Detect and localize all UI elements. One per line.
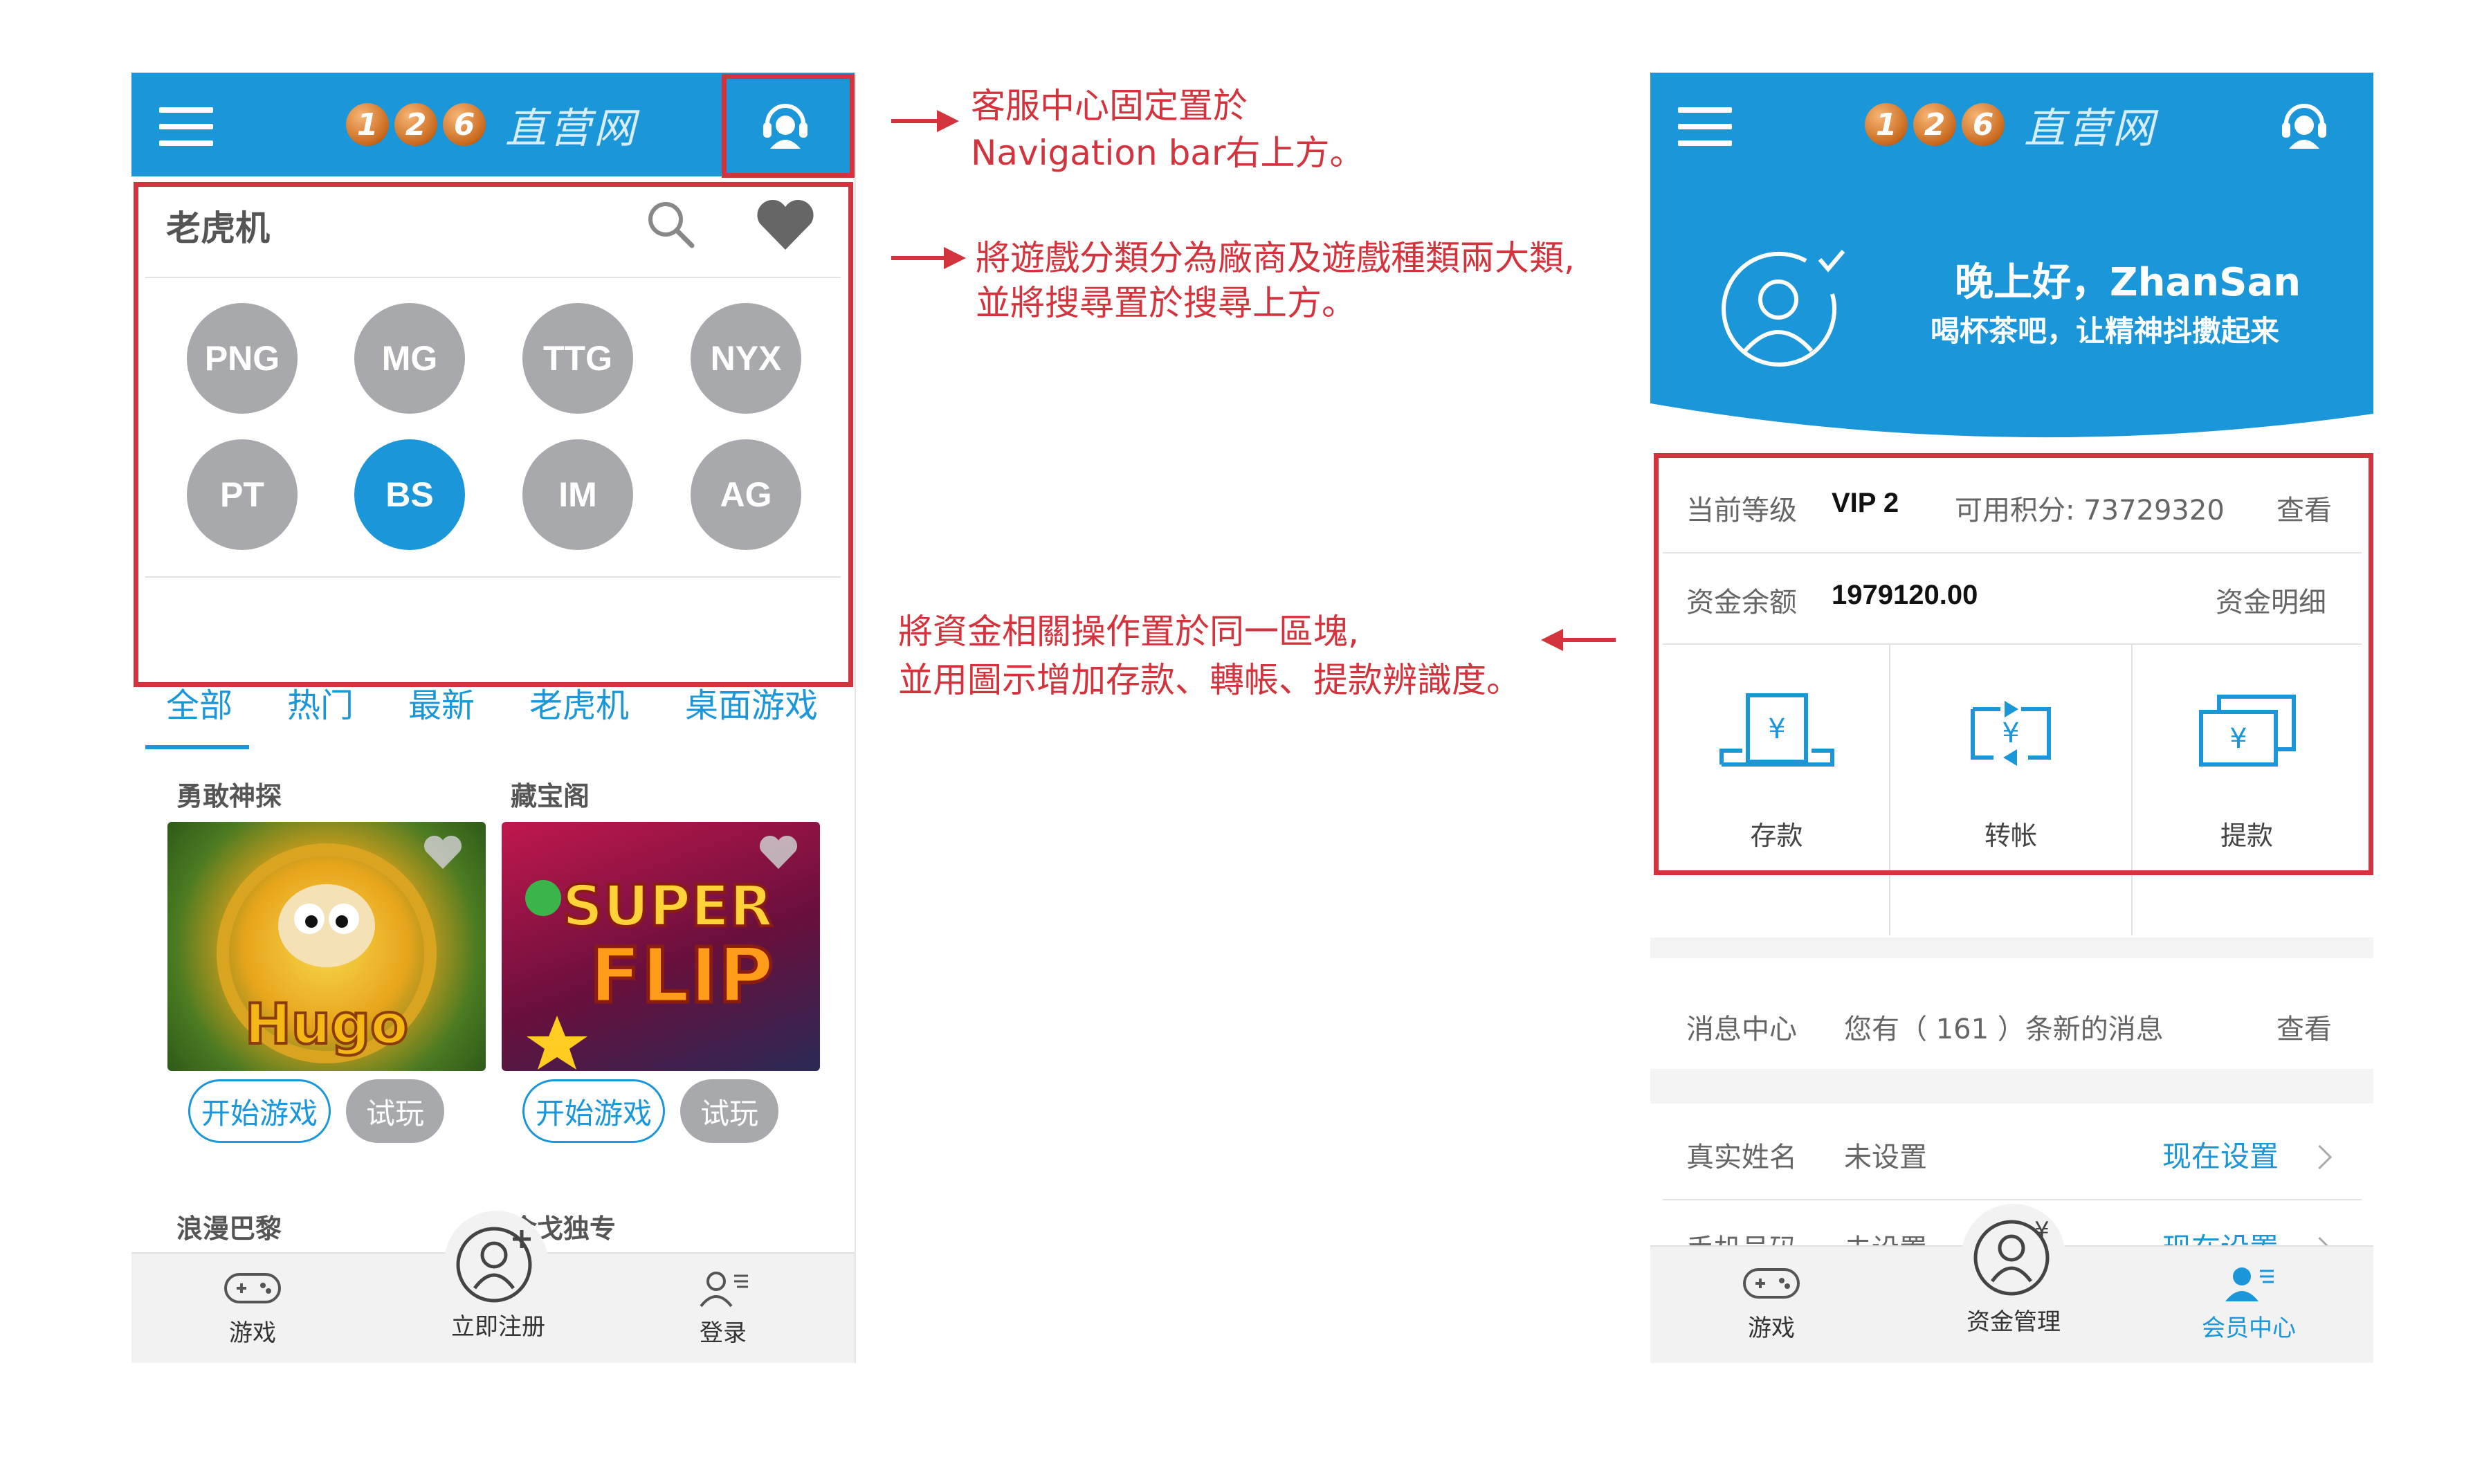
avatar-icon[interactable]	[1716, 246, 1854, 377]
nav-label: 游戏	[229, 1319, 276, 1347]
annotation-text: 將遊戲分類分為廠商及遊戲種類兩大類,	[976, 238, 1575, 278]
logo-ball: 1	[1865, 103, 1908, 146]
highlight-box-customer-service	[722, 74, 855, 178]
start-game-button[interactable]: 开始游戏	[522, 1079, 665, 1143]
logo-text: 直营网	[2024, 104, 2157, 153]
favorite-heart-icon[interactable]	[758, 834, 799, 871]
messages-label: 消息中心	[1686, 1014, 1797, 1045]
highlight-box-categories	[134, 182, 853, 687]
favorite-heart-icon[interactable]	[422, 834, 464, 871]
try-game-button[interactable]: 试玩	[346, 1079, 444, 1143]
customer-service-icon[interactable]	[2276, 95, 2332, 150]
messages-text: 您有（ 161 ）条新的消息	[1844, 1014, 2164, 1045]
divider	[1663, 1199, 2362, 1200]
top-navigation-bar: 1 2 6 直营网	[1650, 73, 2373, 176]
logo-ball: 2	[394, 103, 437, 146]
nav-label: 资金管理	[1967, 1308, 2061, 1336]
site-logo: 1 2 6 直营网	[346, 93, 638, 156]
login-user-icon	[700, 1272, 748, 1308]
nav-member-center[interactable]: 会员中心	[2190, 1264, 2308, 1343]
game-title: 勇敢神探	[176, 781, 282, 812]
gamepad-icon	[1743, 1268, 1800, 1299]
menu-icon[interactable]	[159, 107, 213, 146]
nav-label: 游戏	[1748, 1314, 1795, 1342]
user-add-icon	[456, 1227, 532, 1303]
arrow-right-icon	[891, 247, 966, 269]
logo-text: 直营网	[505, 104, 638, 153]
money-user-icon: ¥	[1973, 1217, 2050, 1296]
svg-text:SUPER: SUPER	[563, 874, 774, 940]
nav-game[interactable]: 游戏	[1719, 1264, 1823, 1343]
start-game-button[interactable]: 开始游戏	[188, 1079, 331, 1143]
set-realname-link[interactable]: 现在设置	[2162, 1133, 2279, 1175]
sub-greeting-text: 喝杯茶吧，让精神抖擻起来	[1931, 314, 2280, 348]
annotation-text: 將資金相關操作置於同一區塊,	[898, 612, 1359, 652]
annotation-text: Navigation bar右上方。	[971, 133, 1365, 173]
section-separator	[1650, 1069, 2373, 1103]
nav-label: 会员中心	[2202, 1314, 2296, 1342]
annotation-text: 並用圖示增加存款、轉帳、提款辨識度。	[898, 660, 1521, 700]
gamepad-icon	[224, 1273, 281, 1303]
logo-ball: 6	[1962, 103, 2005, 146]
svg-text:¥: ¥	[2034, 1217, 2050, 1245]
svg-text:Hugo: Hugo	[245, 992, 408, 1056]
nav-login[interactable]: 登录	[671, 1269, 775, 1348]
realname-value: 未设置	[1844, 1142, 1927, 1173]
try-game-button[interactable]: 试玩	[680, 1079, 778, 1143]
logo-ball: 6	[443, 103, 486, 146]
active-tab-indicator	[145, 745, 249, 749]
chevron-right-icon[interactable]	[2307, 1144, 2333, 1170]
arrow-right-icon	[891, 110, 959, 132]
fund-management-fab[interactable]: ¥	[1962, 1204, 2065, 1308]
logo-ball: 2	[1913, 103, 1956, 146]
site-logo: 1 2 6 直营网	[1865, 93, 2157, 156]
game-title: 浪漫巴黎	[176, 1213, 282, 1244]
member-icon	[2225, 1267, 2274, 1301]
highlight-box-funds	[1654, 453, 2373, 875]
annotation-text: 並將搜尋置於搜尋上方。	[976, 283, 1356, 323]
realname-label: 真实姓名	[1686, 1142, 1797, 1173]
game-title: 藏宝阁	[511, 781, 590, 812]
annotation-text: 客服中心固定置於	[971, 86, 1248, 126]
register-fab[interactable]	[444, 1211, 548, 1314]
arrow-left-icon	[1541, 629, 1616, 651]
logo-ball: 1	[346, 103, 389, 146]
view-messages-link[interactable]: 查看	[2276, 1007, 2332, 1047]
nav-label: 登录	[700, 1319, 747, 1347]
menu-icon[interactable]	[1678, 107, 1732, 146]
nav-game[interactable]: 游戏	[201, 1269, 304, 1348]
greeting-text: 晚上好，ZhanSan	[1955, 260, 2301, 305]
section-separator	[1650, 937, 2373, 958]
svg-text:FLIP: FLIP	[590, 931, 774, 1020]
